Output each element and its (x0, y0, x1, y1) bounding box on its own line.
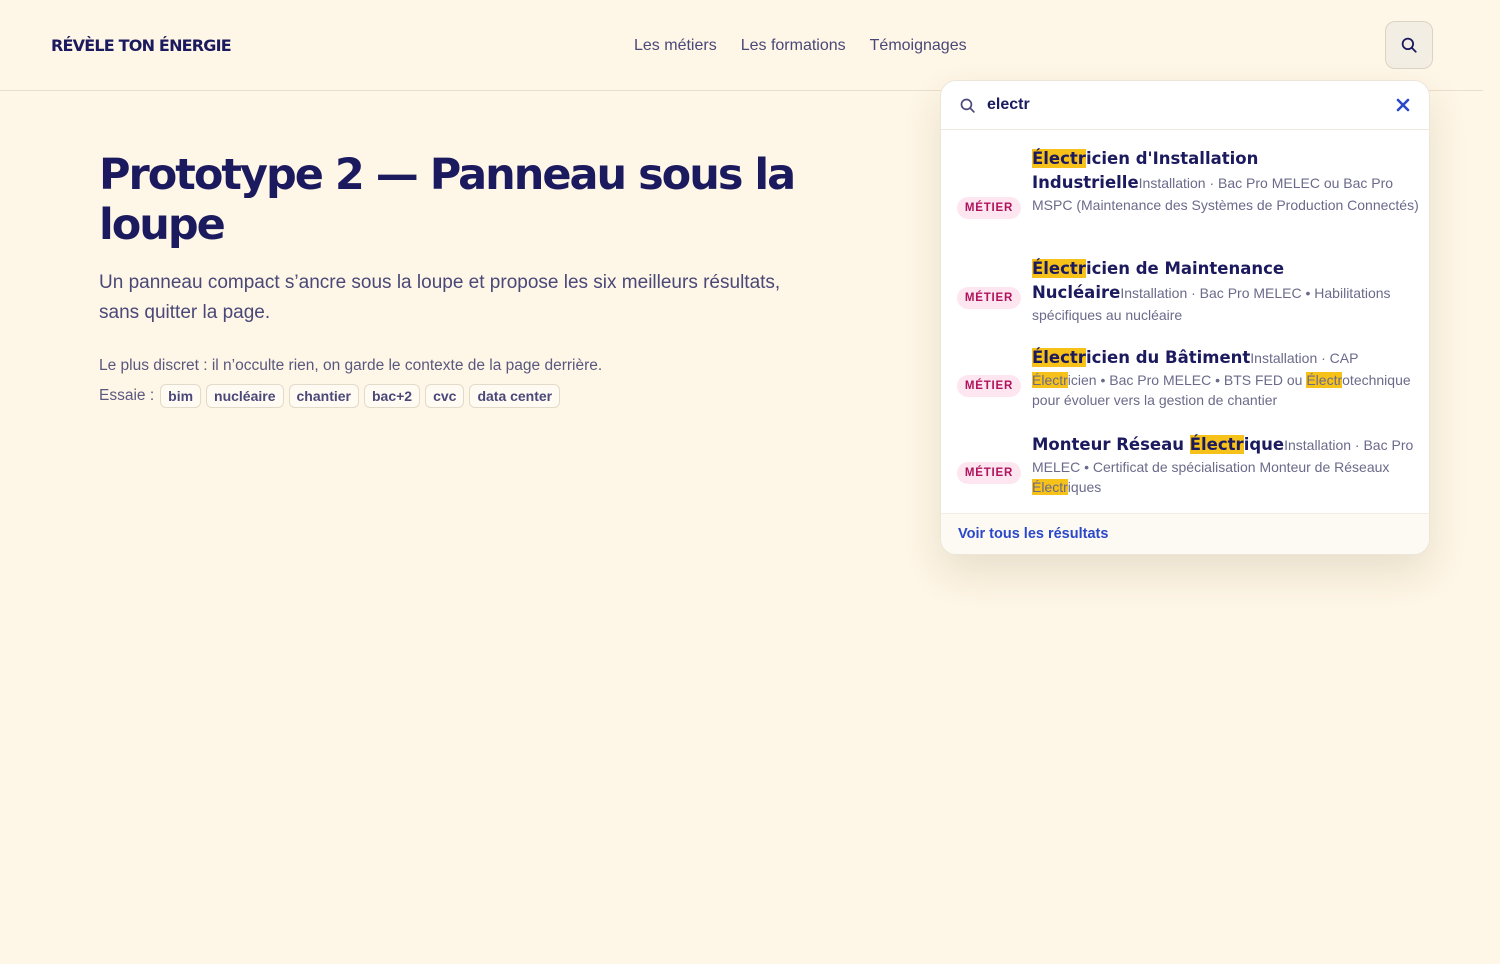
result-type-badge: MÉTIER (957, 287, 1021, 309)
suggestion-chip-data-center[interactable]: data center (469, 384, 561, 408)
result-meta: iques (1067, 479, 1102, 495)
search-result-item[interactable]: MÉTIER Électricien d'Installation Indust… (941, 147, 1429, 251)
result-meta: icien • Bac Pro MELEC • BTS FED ou (1067, 372, 1307, 388)
search-panel: MÉTIER Électricien d'Installation Indust… (940, 80, 1430, 555)
result-text: Électricien d'Installation IndustrielleI… (1032, 147, 1422, 215)
nav-link-temoignages[interactable]: Témoignages (870, 36, 967, 56)
search-result-item[interactable]: MÉTIER Monteur Réseau ÉlectriqueInstalla… (941, 433, 1429, 511)
close-icon[interactable] (1395, 97, 1411, 113)
result-text: Électricien de Maintenance NucléaireInst… (1032, 257, 1422, 325)
result-title-highlight: Électr (1189, 435, 1244, 454)
result-title: Électricien du Bâtiment (1032, 348, 1250, 367)
suggestion-chip-nucleaire[interactable]: nucléaire (206, 384, 284, 408)
panel-search-bar (941, 81, 1429, 130)
search-result-item[interactable]: MÉTIER Électricien de Maintenance Nucléa… (941, 257, 1429, 335)
page-title: Prototype 2 — Panneau sous la loupe (99, 150, 796, 250)
result-meta-highlight: Électr (1032, 479, 1068, 495)
suggestion-chip-cvc[interactable]: cvc (425, 384, 465, 408)
search-icon (960, 98, 975, 113)
panel-footer: Voir tous les résultats (941, 513, 1429, 554)
result-type-badge: MÉTIER (957, 375, 1021, 397)
result-title-pre: Monteur Réseau (1032, 435, 1190, 454)
main-nav: Les métiers Les formations Témoignages (634, 36, 967, 56)
search-input[interactable] (987, 96, 1367, 114)
try-label: Essaie : (99, 387, 155, 404)
suggestion-chip-bim[interactable]: bim (160, 384, 202, 408)
site-logo[interactable]: RÉVÈLE TON ÉNERGIE (51, 36, 232, 55)
suggestion-chip-bac2[interactable]: bac+2 (363, 384, 421, 408)
nav-link-metiers[interactable]: Les métiers (634, 36, 717, 56)
page-note: Le plus discret : il n’occulte rien, on … (99, 357, 603, 374)
try-suggestions: Essaie : bim nucléaire chantier bac+2 cv… (99, 384, 819, 408)
result-title-rest: icien du Bâtiment (1085, 348, 1251, 367)
result-meta-highlight: Électr (1032, 372, 1068, 388)
search-button[interactable] (1385, 21, 1433, 69)
result-meta: Installation · CAP (1250, 350, 1359, 366)
site-header: RÉVÈLE TON ÉNERGIE Les métiers Les forma… (0, 0, 1483, 91)
page-subtitle: Un panneau compact s’ancre sous la loupe… (99, 272, 781, 323)
see-all-results-link[interactable]: Voir tous les résultats (958, 526, 1108, 542)
search-result-item[interactable]: MÉTIER Électricien du BâtimentInstallati… (941, 346, 1429, 424)
nav-link-formations[interactable]: Les formations (741, 36, 846, 56)
result-title-rest: ique (1243, 435, 1285, 454)
result-text: Électricien du BâtimentInstallation · CA… (1032, 346, 1422, 410)
result-title: Monteur Réseau Électrique (1032, 435, 1284, 454)
search-icon (1401, 37, 1417, 53)
result-title-highlight: Électr (1032, 259, 1086, 278)
result-type-badge: MÉTIER (957, 197, 1021, 219)
result-title-highlight: Électr (1032, 149, 1086, 168)
result-meta-highlight: Électr (1306, 372, 1343, 388)
main-content: Prototype 2 — Panneau sous la loupe Un p… (99, 150, 819, 408)
result-text: Monteur Réseau ÉlectriqueInstallation · … (1032, 433, 1422, 497)
result-type-badge: MÉTIER (957, 462, 1021, 484)
suggestion-chip-chantier[interactable]: chantier (288, 384, 359, 408)
result-title-highlight: Électr (1032, 348, 1086, 367)
